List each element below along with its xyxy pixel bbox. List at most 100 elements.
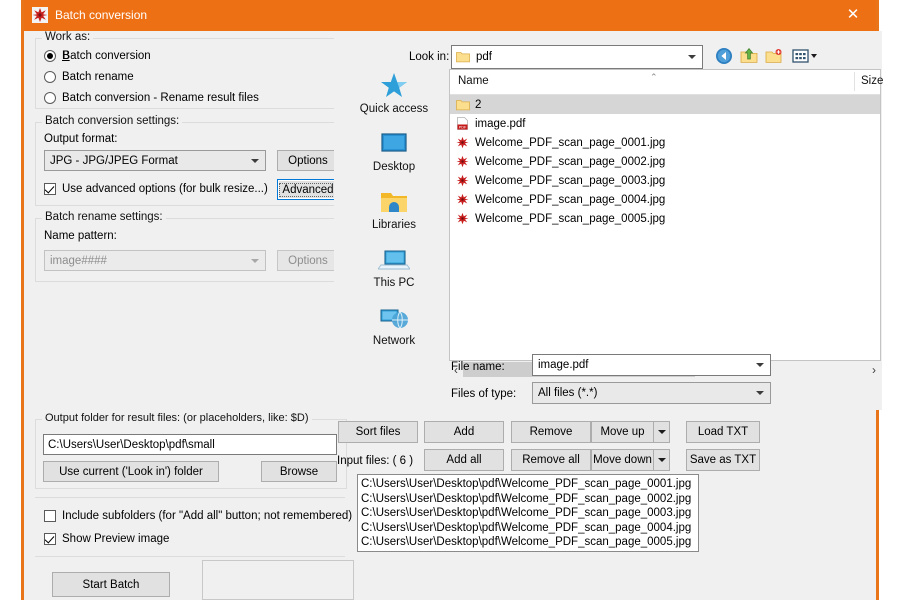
file-list[interactable]: Name ⌃ Size 2 PDF image.pdf Welcome_PDF_… bbox=[449, 69, 883, 361]
batch-conversion-window: Batch conversion ✕ Work as: BBatch conve… bbox=[21, 0, 883, 600]
place-network[interactable]: Network bbox=[349, 301, 439, 357]
look-in-label: Look in: bbox=[409, 51, 450, 63]
checkbox-icon bbox=[44, 510, 56, 522]
file-row-scan-0005[interactable]: Welcome_PDF_scan_page_0005.jpg bbox=[450, 209, 880, 228]
add-all-button[interactable]: Add all bbox=[424, 449, 504, 471]
bottom-options-divider bbox=[35, 497, 345, 556]
irfanview-icon bbox=[456, 174, 474, 187]
places-sidebar: Quick access Desktop Libraries This PC N… bbox=[349, 69, 439, 359]
name-pattern-label: Name pattern: bbox=[44, 230, 117, 242]
scroll-right-icon[interactable]: › bbox=[867, 361, 881, 378]
radio-batch-conversion[interactable]: BBatch conversion bbox=[44, 50, 151, 62]
files-of-type-value: All files (*.*) bbox=[538, 387, 598, 399]
output-folder-label: Output folder for result files: (or plac… bbox=[42, 412, 312, 424]
chevron-down-icon bbox=[756, 391, 764, 395]
files-of-type-label: Files of type: bbox=[451, 388, 517, 400]
radio-label-batch-conversion: Batch conversion bbox=[62, 50, 151, 62]
column-header-name[interactable]: Name bbox=[458, 75, 489, 87]
place-label: Network bbox=[372, 335, 416, 347]
input-file-item[interactable]: C:\Users\User\Desktop\pdf\Welcome_PDF_sc… bbox=[361, 506, 698, 521]
remove-button[interactable]: Remove bbox=[511, 421, 591, 443]
radio-batch-rename[interactable]: Batch rename bbox=[44, 71, 134, 83]
start-batch-button[interactable]: Start Batch bbox=[52, 572, 170, 597]
name-pattern-options-button[interactable]: Options bbox=[277, 250, 339, 271]
place-desktop[interactable]: Desktop bbox=[349, 127, 439, 183]
up-folder-icon[interactable] bbox=[740, 47, 760, 67]
this-pc-laptop-icon bbox=[349, 243, 439, 277]
output-format-label: Output format: bbox=[44, 133, 118, 145]
output-format-select[interactable]: JPG - JPG/JPEG Format bbox=[44, 150, 266, 171]
input-files-list[interactable]: C:\Users\User\Desktop\pdf\Welcome_PDF_sc… bbox=[357, 474, 699, 552]
show-preview-label: Show Preview image bbox=[62, 533, 170, 545]
work-as-group: Work as: BBatch conversion Batch rename … bbox=[35, 31, 347, 109]
include-subfolders-checkbox[interactable]: Include subfolders (for "Add all" button… bbox=[44, 510, 352, 522]
name-pattern-value: image#### bbox=[50, 254, 107, 267]
show-preview-checkbox[interactable]: Show Preview image bbox=[44, 533, 169, 545]
move-down-dropdown-icon[interactable] bbox=[653, 449, 670, 471]
desktop-monitor-icon bbox=[349, 127, 439, 161]
radio-label-batch-conversion-rename: Batch conversion - Rename result files bbox=[62, 92, 259, 104]
place-label: Desktop bbox=[372, 161, 416, 173]
sort-ascending-icon: ⌃ bbox=[650, 72, 658, 82]
remove-all-button[interactable]: Remove all bbox=[511, 449, 591, 471]
file-list-header: Name ⌃ Size bbox=[450, 70, 883, 95]
chevron-down-icon bbox=[251, 158, 259, 163]
output-folder-input[interactable]: C:\Users\User\Desktop\pdf\small bbox=[43, 434, 337, 455]
chevron-down-icon bbox=[756, 363, 764, 367]
input-file-item[interactable]: C:\Users\User\Desktop\pdf\Welcome_PDF_sc… bbox=[361, 521, 698, 536]
move-up-dropdown-icon[interactable] bbox=[653, 421, 670, 443]
file-row-folder-2[interactable]: 2 bbox=[450, 95, 880, 114]
input-file-item[interactable]: C:\Users\User\Desktop\pdf\Welcome_PDF_sc… bbox=[361, 477, 698, 492]
radio-batch-conversion-rename[interactable]: Batch conversion - Rename result files bbox=[44, 92, 259, 104]
use-advanced-options-checkbox[interactable]: Use advanced options (for bulk resize...… bbox=[44, 183, 268, 195]
file-list-rows: 2 PDF image.pdf Welcome_PDF_scan_page_00… bbox=[450, 95, 880, 360]
place-this-pc[interactable]: This PC bbox=[349, 243, 439, 299]
output-folder-value: C:\Users\User\Desktop\pdf\small bbox=[48, 438, 215, 451]
place-quick-access[interactable]: Quick access bbox=[349, 69, 439, 125]
file-name-input[interactable]: image.pdf bbox=[532, 354, 771, 376]
output-format-options-button[interactable]: Options bbox=[277, 150, 339, 171]
chevron-down-icon bbox=[688, 55, 696, 59]
checkbox-icon-checked bbox=[44, 183, 56, 195]
input-file-item[interactable]: C:\Users\User\Desktop\pdf\Welcome_PDF_sc… bbox=[361, 492, 698, 507]
save-as-txt-button[interactable]: Save as TXT bbox=[686, 449, 760, 471]
pdf-icon: PDF bbox=[456, 117, 474, 130]
sort-files-button[interactable]: Sort files bbox=[338, 421, 418, 443]
conversion-settings-label: Batch conversion settings: bbox=[42, 115, 183, 127]
include-subfolders-label: Include subfolders (for "Add all" button… bbox=[62, 510, 353, 522]
advanced-button[interactable]: Advanced bbox=[277, 179, 339, 200]
files-of-type-select[interactable]: All files (*.*) bbox=[532, 382, 771, 404]
file-row-image-pdf[interactable]: PDF image.pdf bbox=[450, 114, 880, 133]
file-row-scan-0001[interactable]: Welcome_PDF_scan_page_0001.jpg bbox=[450, 133, 880, 152]
folder-icon bbox=[456, 52, 470, 63]
place-label: This PC bbox=[373, 277, 415, 289]
use-advanced-options-label: Use advanced options (for bulk resize...… bbox=[62, 183, 268, 195]
chevron-down-icon bbox=[251, 258, 259, 263]
back-icon[interactable] bbox=[715, 47, 735, 67]
network-globe-icon bbox=[349, 301, 439, 335]
window-title: Batch conversion bbox=[55, 8, 148, 22]
view-mode-icon[interactable] bbox=[792, 47, 822, 67]
close-icon[interactable]: ✕ bbox=[838, 4, 868, 26]
file-name-value: image.pdf bbox=[538, 359, 589, 371]
folder-icon bbox=[456, 99, 474, 111]
browse-button[interactable]: Browse bbox=[261, 461, 337, 482]
place-label: Libraries bbox=[371, 219, 417, 231]
new-folder-icon[interactable] bbox=[765, 47, 785, 67]
use-current-folder-button[interactable]: Use current ('Look in') folder bbox=[43, 461, 219, 482]
file-row-scan-0003[interactable]: Welcome_PDF_scan_page_0003.jpg bbox=[450, 171, 880, 190]
column-header-size[interactable]: Size bbox=[861, 75, 883, 87]
preview-image-panel bbox=[202, 560, 354, 600]
input-file-item[interactable]: C:\Users\User\Desktop\pdf\Welcome_PDF_sc… bbox=[361, 535, 698, 550]
irfanview-icon bbox=[456, 193, 474, 206]
output-format-value: JPG - JPG/JPEG Format bbox=[50, 154, 178, 167]
irfanview-app-icon bbox=[32, 7, 48, 23]
file-name-label: File name: bbox=[451, 361, 505, 373]
place-libraries[interactable]: Libraries bbox=[349, 185, 439, 241]
look-in-select[interactable]: pdf bbox=[451, 45, 703, 69]
file-row-scan-0002[interactable]: Welcome_PDF_scan_page_0002.jpg bbox=[450, 152, 880, 171]
load-txt-button[interactable]: Load TXT bbox=[686, 421, 760, 443]
file-row-scan-0004[interactable]: Welcome_PDF_scan_page_0004.jpg bbox=[450, 190, 880, 209]
name-pattern-select[interactable]: image#### bbox=[44, 250, 266, 271]
add-button[interactable]: Add bbox=[424, 421, 504, 443]
